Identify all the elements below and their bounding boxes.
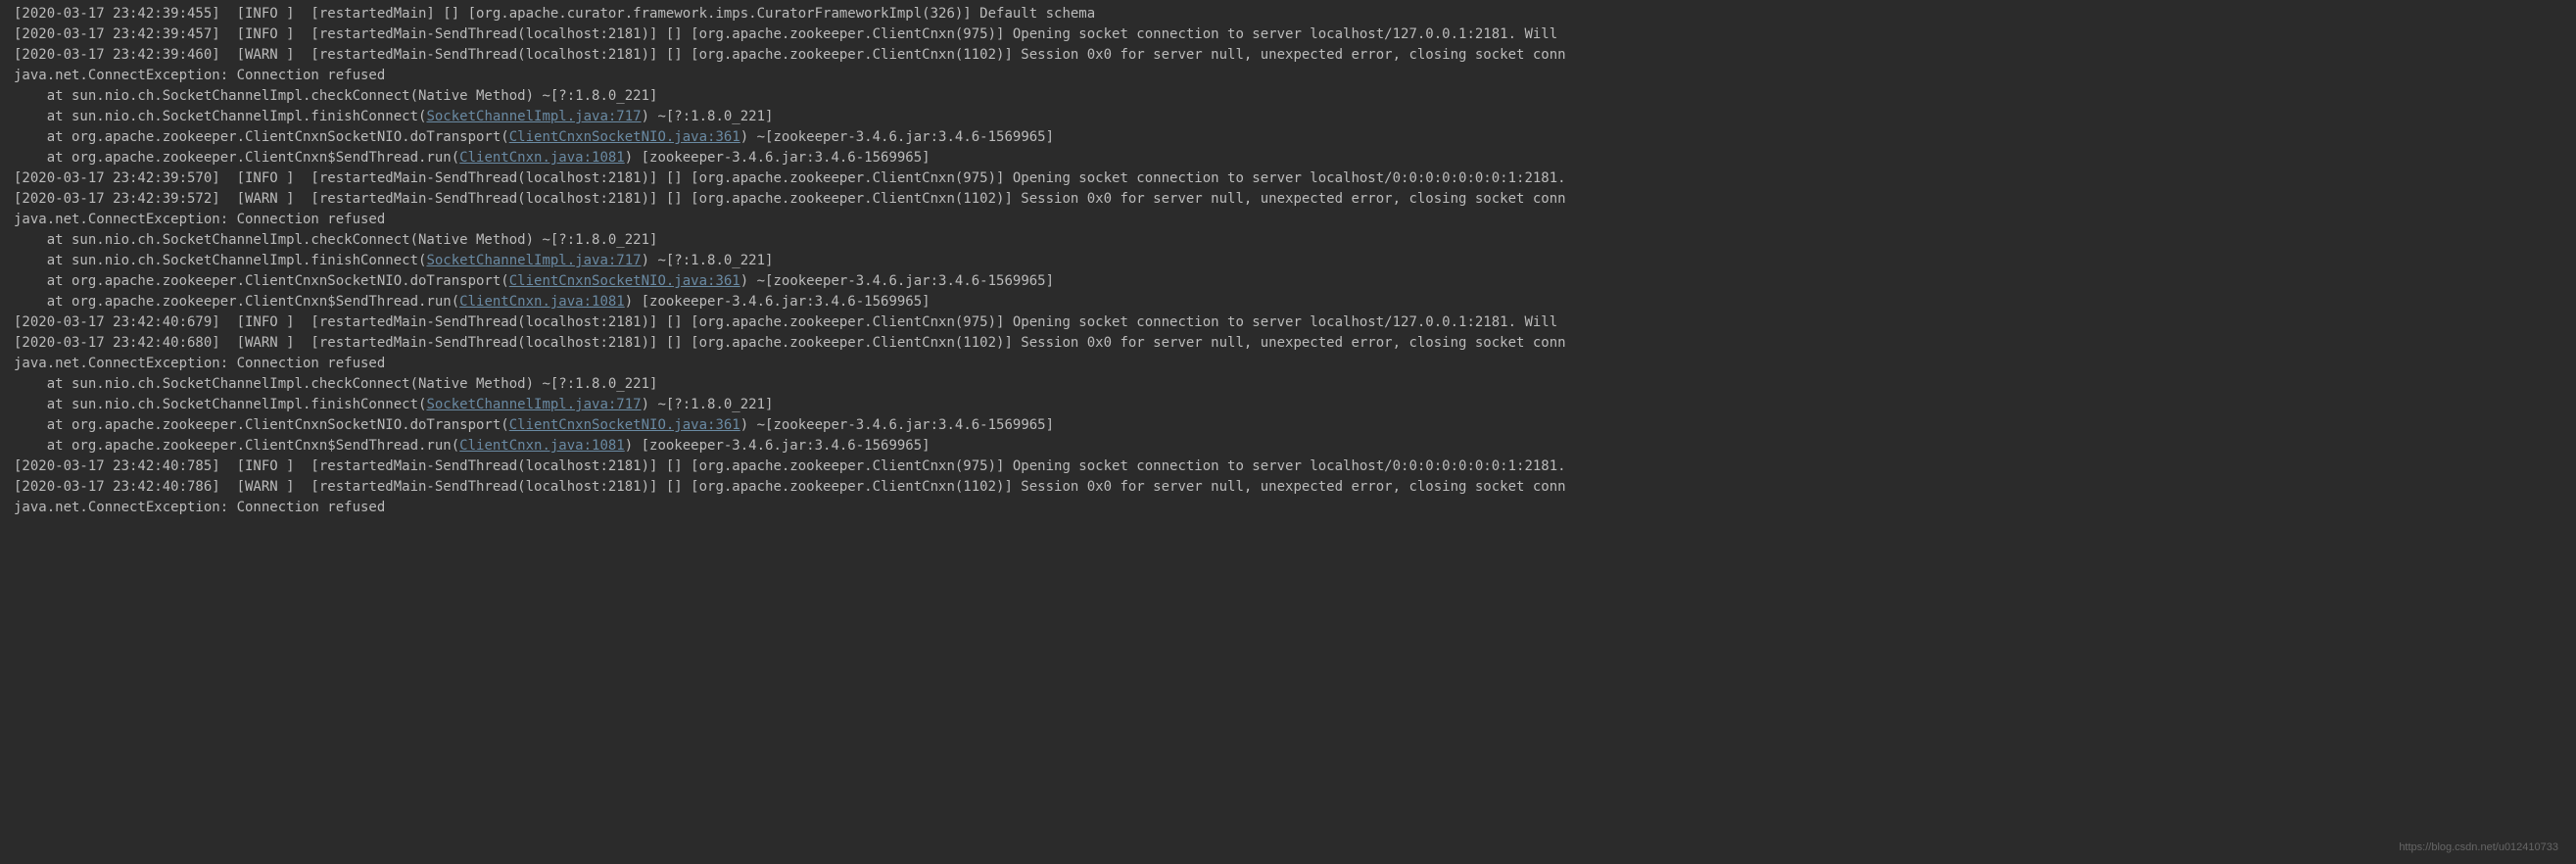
log-line[interactable]: java.net.ConnectException: Connection re… [14, 498, 2562, 518]
log-text: at org.apache.zookeeper.ClientCnxn$SendT… [14, 150, 459, 166]
source-link[interactable]: ClientCnxnSocketNIO.java:361 [509, 417, 740, 433]
log-text: at org.apache.zookeeper.ClientCnxnSocket… [14, 273, 509, 289]
source-link[interactable]: ClientCnxnSocketNIO.java:361 [509, 273, 740, 289]
source-link[interactable]: ClientCnxn.java:1081 [459, 294, 625, 310]
log-text: java.net.ConnectException: Connection re… [14, 212, 385, 227]
log-text: ) [zookeeper-3.4.6.jar:3.4.6-1569965] [625, 150, 930, 166]
log-text: java.net.ConnectException: Connection re… [14, 356, 385, 371]
log-text: [2020-03-17 23:42:39:460] [WARN ] [resta… [14, 47, 1566, 63]
log-text: [2020-03-17 23:42:39:457] [INFO ] [resta… [14, 26, 1566, 42]
log-line[interactable]: at sun.nio.ch.SocketChannelImpl.finishCo… [14, 251, 2562, 271]
log-line[interactable]: [2020-03-17 23:42:40:786] [WARN ] [resta… [14, 477, 2562, 498]
log-text: [2020-03-17 23:42:39:572] [WARN ] [resta… [14, 191, 1566, 207]
log-text: ) ~[zookeeper-3.4.6.jar:3.4.6-1569965] [740, 273, 1054, 289]
log-text: at sun.nio.ch.SocketChannelImpl.finishCo… [14, 253, 426, 268]
log-text: at sun.nio.ch.SocketChannelImpl.finishCo… [14, 109, 426, 124]
log-text: [2020-03-17 23:42:39:455] [INFO ] [resta… [14, 6, 1095, 22]
log-text: at sun.nio.ch.SocketChannelImpl.finishCo… [14, 397, 426, 412]
log-text: ) ~[zookeeper-3.4.6.jar:3.4.6-1569965] [740, 417, 1054, 433]
source-link[interactable]: SocketChannelImpl.java:717 [426, 109, 641, 124]
source-link[interactable]: ClientCnxnSocketNIO.java:361 [509, 129, 740, 145]
log-text: java.net.ConnectException: Connection re… [14, 500, 385, 515]
log-line[interactable]: at sun.nio.ch.SocketChannelImpl.checkCon… [14, 230, 2562, 251]
log-line[interactable]: at org.apache.zookeeper.ClientCnxnSocket… [14, 415, 2562, 436]
log-line[interactable]: at org.apache.zookeeper.ClientCnxn$SendT… [14, 436, 2562, 456]
source-link[interactable]: ClientCnxn.java:1081 [459, 438, 625, 454]
log-text: at org.apache.zookeeper.ClientCnxn$SendT… [14, 294, 459, 310]
log-line[interactable]: at org.apache.zookeeper.ClientCnxn$SendT… [14, 148, 2562, 168]
log-line[interactable]: at sun.nio.ch.SocketChannelImpl.checkCon… [14, 374, 2562, 395]
log-line[interactable]: [2020-03-17 23:42:39:457] [INFO ] [resta… [14, 24, 2562, 45]
log-text: at sun.nio.ch.SocketChannelImpl.checkCon… [14, 88, 657, 104]
log-line[interactable]: java.net.ConnectException: Connection re… [14, 354, 2562, 374]
log-text: ) [zookeeper-3.4.6.jar:3.4.6-1569965] [625, 438, 930, 454]
source-link[interactable]: ClientCnxn.java:1081 [459, 150, 625, 166]
log-line[interactable]: at org.apache.zookeeper.ClientCnxnSocket… [14, 271, 2562, 292]
log-text: [2020-03-17 23:42:40:786] [WARN ] [resta… [14, 479, 1566, 495]
log-text: ) ~[zookeeper-3.4.6.jar:3.4.6-1569965] [740, 129, 1054, 145]
log-line[interactable]: at sun.nio.ch.SocketChannelImpl.finishCo… [14, 107, 2562, 127]
log-line[interactable]: [2020-03-17 23:42:39:570] [INFO ] [resta… [14, 168, 2562, 189]
log-text: [2020-03-17 23:42:40:680] [WARN ] [resta… [14, 335, 1566, 351]
log-text: ) [zookeeper-3.4.6.jar:3.4.6-1569965] [625, 294, 930, 310]
source-link[interactable]: SocketChannelImpl.java:717 [426, 253, 641, 268]
log-text: [2020-03-17 23:42:39:570] [INFO ] [resta… [14, 170, 1566, 186]
log-text: [2020-03-17 23:42:40:785] [INFO ] [resta… [14, 458, 1566, 474]
log-line[interactable]: [2020-03-17 23:42:40:680] [WARN ] [resta… [14, 333, 2562, 354]
log-line[interactable]: [2020-03-17 23:42:39:460] [WARN ] [resta… [14, 45, 2562, 66]
log-output[interactable]: [2020-03-17 23:42:39:455] [INFO ] [resta… [14, 4, 2562, 518]
log-line[interactable]: at sun.nio.ch.SocketChannelImpl.checkCon… [14, 86, 2562, 107]
log-text: at org.apache.zookeeper.ClientCnxn$SendT… [14, 438, 459, 454]
source-link[interactable]: SocketChannelImpl.java:717 [426, 397, 641, 412]
log-text: at org.apache.zookeeper.ClientCnxnSocket… [14, 129, 509, 145]
log-line[interactable]: at org.apache.zookeeper.ClientCnxnSocket… [14, 127, 2562, 148]
log-line[interactable]: [2020-03-17 23:42:40:785] [INFO ] [resta… [14, 456, 2562, 477]
log-text: [2020-03-17 23:42:40:679] [INFO ] [resta… [14, 314, 1566, 330]
log-line[interactable]: at org.apache.zookeeper.ClientCnxn$SendT… [14, 292, 2562, 312]
log-text: java.net.ConnectException: Connection re… [14, 68, 385, 83]
log-text: at sun.nio.ch.SocketChannelImpl.checkCon… [14, 376, 657, 392]
log-line[interactable]: java.net.ConnectException: Connection re… [14, 66, 2562, 86]
log-text: ) ~[?:1.8.0_221] [642, 397, 774, 412]
log-text: ) ~[?:1.8.0_221] [642, 253, 774, 268]
log-text: at org.apache.zookeeper.ClientCnxnSocket… [14, 417, 509, 433]
log-line[interactable]: java.net.ConnectException: Connection re… [14, 210, 2562, 230]
log-line[interactable]: [2020-03-17 23:42:39:455] [INFO ] [resta… [14, 4, 2562, 24]
log-text: ) ~[?:1.8.0_221] [642, 109, 774, 124]
log-line[interactable]: [2020-03-17 23:42:40:679] [INFO ] [resta… [14, 312, 2562, 333]
log-line[interactable]: at sun.nio.ch.SocketChannelImpl.finishCo… [14, 395, 2562, 415]
log-text: at sun.nio.ch.SocketChannelImpl.checkCon… [14, 232, 657, 248]
watermark-text: https://blog.csdn.net/u012410733 [2399, 838, 2558, 858]
log-line[interactable]: [2020-03-17 23:42:39:572] [WARN ] [resta… [14, 189, 2562, 210]
